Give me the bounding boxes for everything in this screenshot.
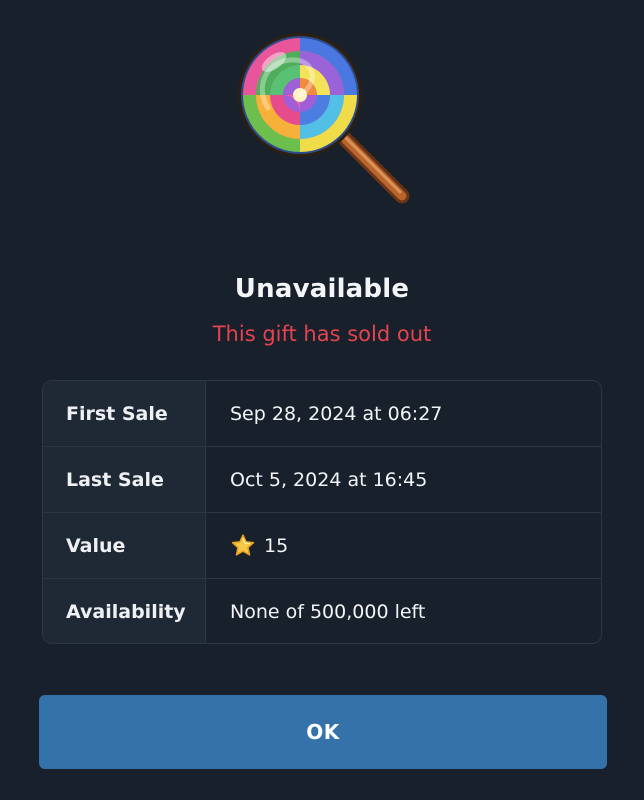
table-row-first-sale: First Sale Sep 28, 2024 at 06:27 <box>43 381 601 447</box>
sold-out-status: This gift has sold out <box>212 322 432 346</box>
table-row-availability: Availability None of 500,000 left <box>43 579 601 643</box>
dialog-title: Unavailable <box>234 274 410 304</box>
ok-button[interactable]: OK <box>39 695 607 769</box>
gift-details-table: First Sale Sep 28, 2024 at 06:27 Last Sa… <box>42 380 602 644</box>
value-cell: 15 <box>206 513 601 578</box>
last-sale-label: Last Sale <box>43 447 206 512</box>
table-row-value: Value 15 <box>43 513 601 579</box>
value-label: Value <box>43 513 206 578</box>
first-sale-value: Sep 28, 2024 at 06:27 <box>230 402 443 425</box>
star-icon <box>230 533 256 559</box>
lollipop-icon <box>230 28 414 208</box>
table-row-last-sale: Last Sale Oct 5, 2024 at 16:45 <box>43 447 601 513</box>
last-sale-value: Oct 5, 2024 at 16:45 <box>230 468 428 491</box>
value-amount: 15 <box>264 534 289 557</box>
availability-value: None of 500,000 left <box>230 601 426 623</box>
first-sale-label: First Sale <box>43 381 206 446</box>
availability-label: Availability <box>43 579 206 643</box>
